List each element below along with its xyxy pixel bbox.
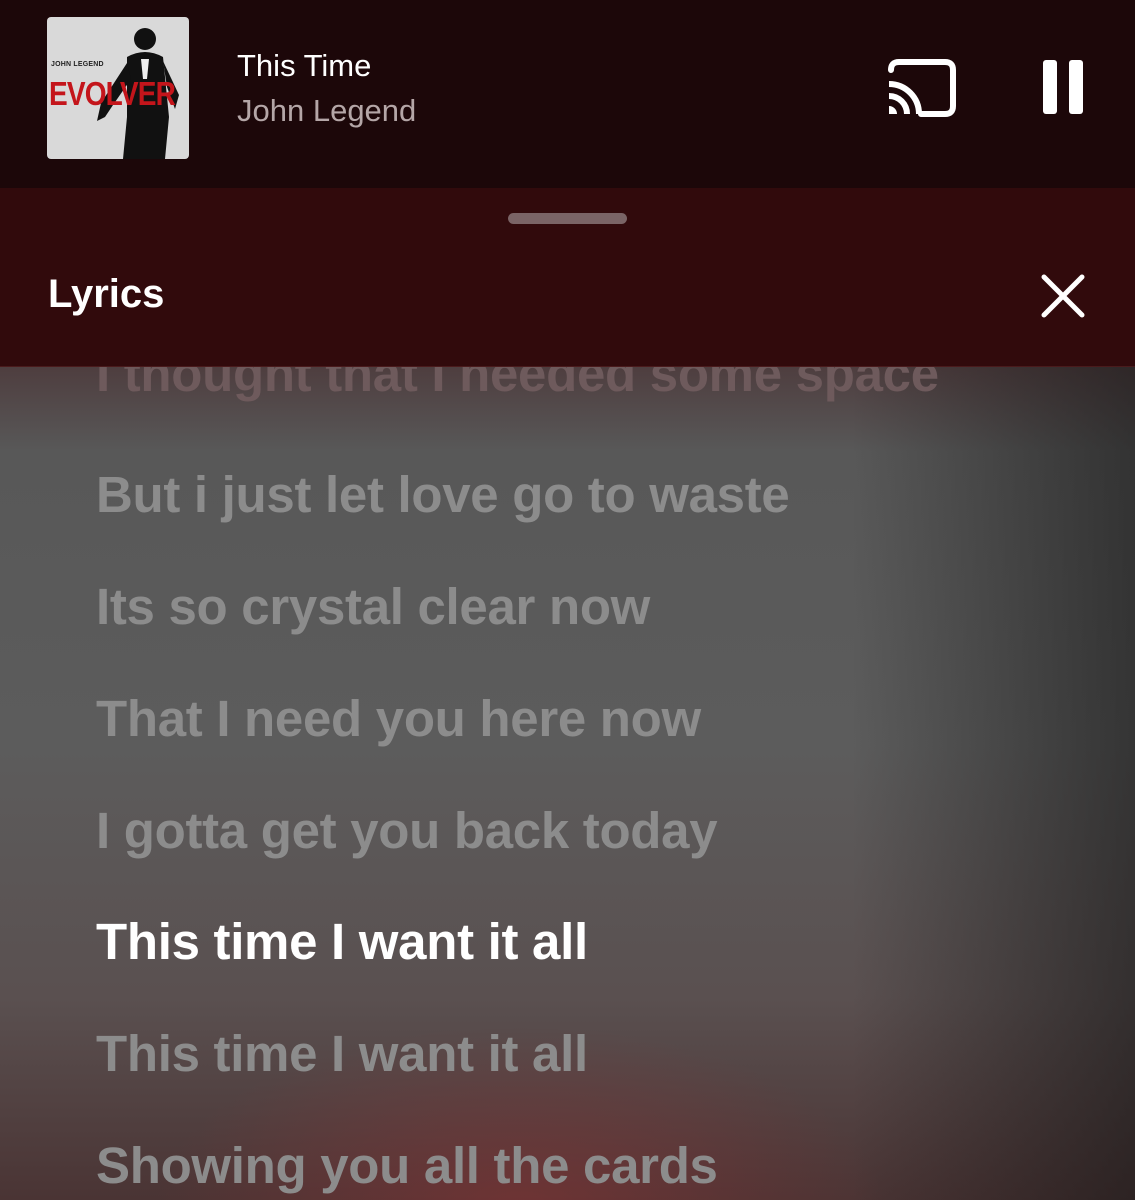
drag-handle[interactable] [508,213,627,224]
album-title-text: EVOLVER [49,75,176,112]
lyrics-title: Lyrics [48,272,165,316]
cast-icon [888,59,956,117]
lyric-line[interactable]: Showing you all the cards [96,1136,718,1195]
music-player-screen: JOHN LEGEND EVOLVER This Time John Legen… [0,0,1135,1200]
lyric-line[interactable]: Its so crystal clear now [96,577,650,636]
lyrics-sheet: Lyrics I thought that I needed some spac… [0,188,1135,1200]
lyrics-header: Lyrics [0,188,1135,367]
track-title[interactable]: This Time [237,48,371,84]
lyrics-list[interactable]: I thought that I needed some space But i… [0,367,1135,1200]
cast-button[interactable] [885,58,957,118]
lyric-line[interactable]: I thought that I needed some space [96,367,939,403]
lyric-line[interactable]: I gotta get you back today [96,801,718,860]
close-button[interactable] [1040,273,1086,319]
pause-button[interactable] [1037,58,1089,118]
album-art[interactable]: JOHN LEGEND EVOLVER [47,17,189,159]
lyric-line-active[interactable]: This time I want it all [96,912,588,971]
lyric-line[interactable]: But i just let love go to waste [96,465,790,524]
mini-player-bar[interactable]: JOHN LEGEND EVOLVER This Time John Legen… [0,0,1135,188]
album-artist-text: JOHN LEGEND [51,61,104,68]
lyric-line[interactable]: This time I want it all [96,1024,588,1083]
track-artist[interactable]: John Legend [237,93,416,129]
pause-icon [1043,60,1083,114]
lyric-line[interactable]: That I need you here now [96,689,701,748]
close-icon [1041,274,1085,318]
